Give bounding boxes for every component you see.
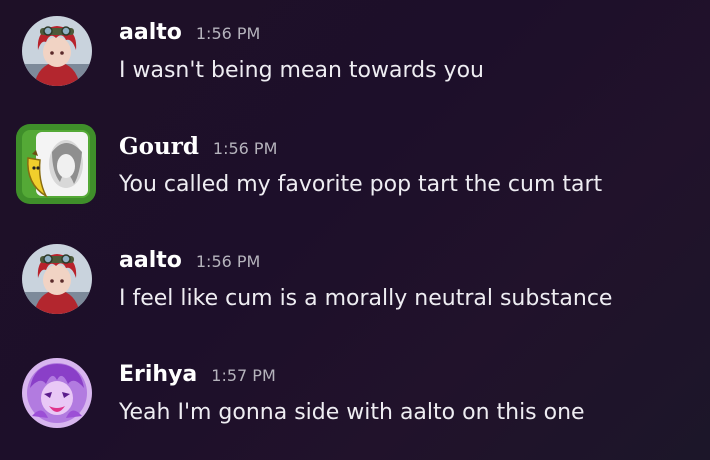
- avatar-aalto[interactable]: [22, 244, 92, 314]
- message-header: aalto 1:56 PM: [119, 20, 260, 45]
- username[interactable]: aalto: [119, 248, 182, 273]
- username[interactable]: Gourd: [119, 133, 199, 160]
- chat-message: Erihya 1:57 PM Yeah I'm gonna side with …: [0, 342, 710, 442]
- message-header: Erihya 1:57 PM: [119, 362, 276, 387]
- banana-and-character-avatar-icon: [16, 124, 96, 204]
- timestamp[interactable]: 1:56 PM: [196, 252, 260, 271]
- purple-character-avatar-icon: [22, 358, 92, 428]
- red-haired-character-avatar-icon: [22, 16, 92, 86]
- chat-message: aalto 1:56 PM I wasn't being mean toward…: [0, 0, 710, 100]
- chat-message: Gourd 1:56 PM You called my favorite pop…: [0, 114, 710, 214]
- message-header: aalto 1:56 PM: [119, 248, 260, 273]
- message-header: Gourd 1:56 PM: [119, 133, 277, 160]
- chat-message-list: aalto 1:56 PM I wasn't being mean toward…: [0, 0, 710, 460]
- username[interactable]: Erihya: [119, 362, 197, 387]
- message-content: You called my favorite pop tart the cum …: [119, 172, 603, 197]
- red-haired-character-avatar-icon: [22, 244, 92, 314]
- message-content: Yeah I'm gonna side with aalto on this o…: [119, 400, 585, 425]
- avatar-gourd[interactable]: [16, 124, 96, 204]
- message-content: I wasn't being mean towards you: [119, 58, 484, 83]
- timestamp[interactable]: 1:56 PM: [196, 24, 260, 43]
- timestamp[interactable]: 1:56 PM: [213, 139, 277, 158]
- timestamp[interactable]: 1:57 PM: [211, 366, 275, 385]
- username[interactable]: aalto: [119, 20, 182, 45]
- chat-message: aalto 1:56 PM I feel like cum is a moral…: [0, 228, 710, 328]
- avatar-erihya[interactable]: [22, 358, 92, 428]
- message-content: I feel like cum is a morally neutral sub…: [119, 286, 613, 311]
- avatar-aalto[interactable]: [22, 16, 92, 86]
